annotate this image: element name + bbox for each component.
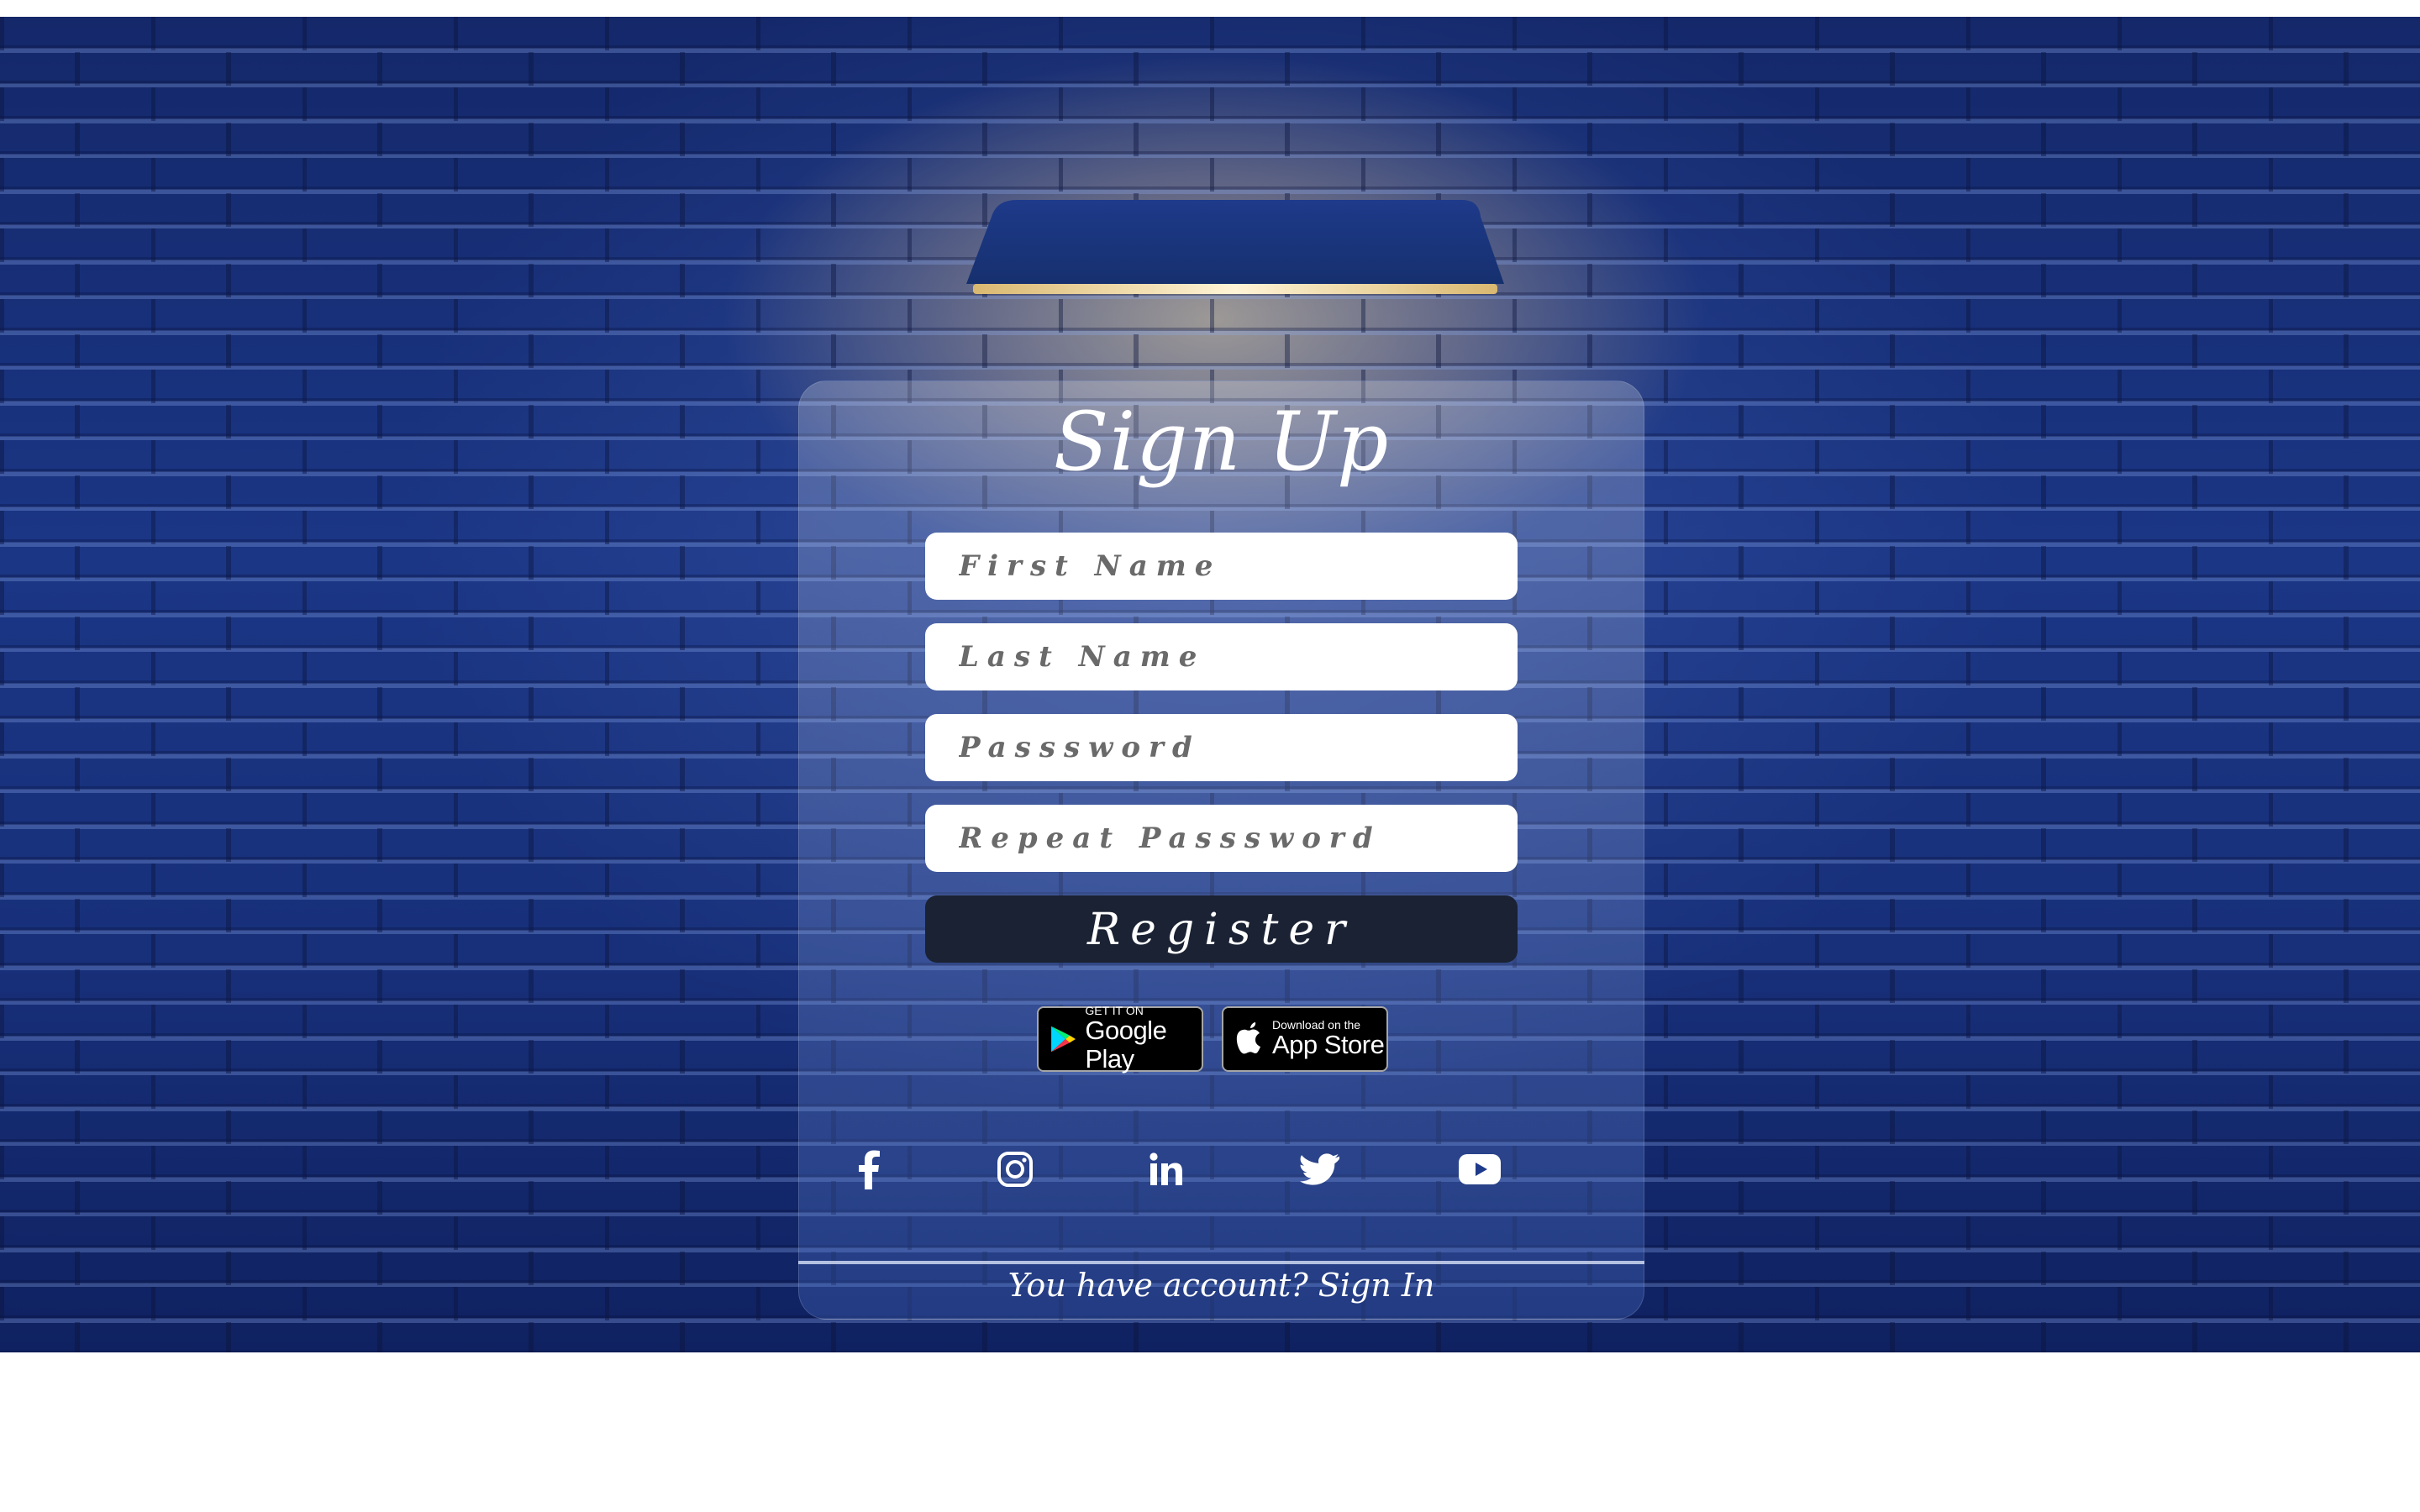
google-play-badge[interactable]: GET IT ON Google Play xyxy=(1037,1004,1203,1074)
linkedin-link[interactable] xyxy=(1141,1144,1192,1194)
app-store-big-text: App Store xyxy=(1272,1030,1385,1059)
linkedin-icon xyxy=(1150,1152,1182,1185)
sign-in-link[interactable]: Sign In xyxy=(1318,1267,1435,1304)
last-name-field[interactable] xyxy=(925,623,1518,690)
instagram-icon xyxy=(997,1152,1033,1187)
first-name-field[interactable] xyxy=(925,533,1518,600)
app-store-badge[interactable]: Download on the App Store xyxy=(1222,1006,1388,1072)
app-store-small-text: Download on the xyxy=(1272,1018,1361,1032)
twitter-link[interactable] xyxy=(1295,1144,1345,1194)
apple-icon xyxy=(1236,1022,1260,1054)
instagram-link[interactable] xyxy=(990,1144,1040,1194)
google-play-small-text: GET IT ON xyxy=(1085,1004,1144,1017)
account-question: You have account? xyxy=(1007,1267,1308,1304)
facebook-icon xyxy=(859,1150,880,1189)
google-play-big-text: Google Play xyxy=(1085,1016,1167,1074)
google-play-icon xyxy=(1051,1026,1076,1053)
password-field[interactable] xyxy=(925,714,1518,781)
twitter-icon xyxy=(1300,1153,1339,1185)
register-button[interactable]: Register xyxy=(925,895,1518,963)
facebook-link[interactable] xyxy=(844,1144,894,1194)
signin-prompt: You have account? Sign In xyxy=(798,1267,1644,1304)
youtube-icon xyxy=(1459,1154,1501,1184)
repeat-password-field[interactable] xyxy=(925,805,1518,872)
footer-divider xyxy=(798,1261,1644,1264)
page-title: Sign Up xyxy=(1053,395,1390,489)
wall-lamp xyxy=(966,200,1504,294)
youtube-link[interactable] xyxy=(1455,1144,1505,1194)
